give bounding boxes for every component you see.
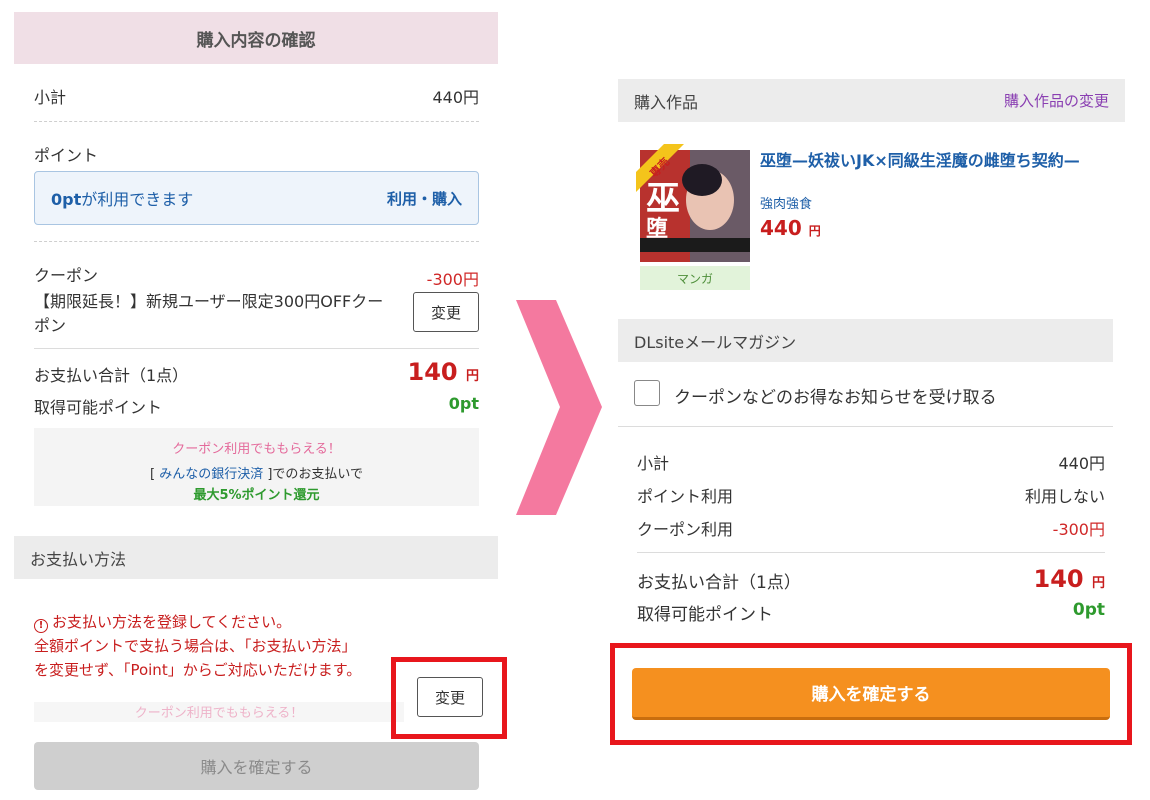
- subtotal-label: 小計: [34, 88, 67, 107]
- total-value: 140 円: [407, 358, 479, 386]
- point-available-text: 0ptが利用できます: [51, 190, 194, 209]
- warning-line-2: 全額ポイントで支払う場合は、「お支払い方法」: [34, 637, 357, 655]
- change-works-link[interactable]: 購入作品の変更: [1004, 90, 1109, 111]
- right-arrow-icon: [516, 300, 602, 515]
- point-available-box[interactable]: 0ptが利用できます 利用・購入: [34, 171, 479, 225]
- point-use-purchase-link[interactable]: 利用・購入: [387, 188, 462, 209]
- summary-total-value: 140 円: [1033, 565, 1105, 593]
- payment-warning: ! お支払い方法を登録してください。 全額ポイントで支払う場合は、「お支払い方法」…: [34, 610, 414, 682]
- divider: [34, 348, 479, 349]
- warning-circle-icon: !: [34, 619, 48, 633]
- bank-payment-link[interactable]: みんなの銀行決済: [159, 467, 263, 482]
- newsletter-section-title: DLsiteメールマガジン: [634, 332, 797, 352]
- promo-faded-banner: クーポン利用でももらえる！: [34, 702, 404, 722]
- summary-earn-label: 取得可能ポイント: [637, 605, 773, 625]
- promo-faded-text: クーポン利用でももらえる！: [134, 706, 304, 721]
- divider: [34, 241, 479, 242]
- summary-coupon-label: クーポン利用: [637, 520, 734, 539]
- earn-points-value: 0pt: [448, 394, 479, 413]
- coupon-description: 【期限延長！】新規ユーザー限定300円OFFクーポン: [34, 292, 384, 335]
- summary-subtotal-value: 440円: [1058, 454, 1105, 473]
- works-section-title: 購入作品: [634, 92, 699, 112]
- newsletter-section: DLsiteメールマガジン: [618, 319, 1113, 362]
- work-title-link[interactable]: 巫堕—妖祓いJK×同級生淫魔の雌堕ち契約—: [760, 148, 1100, 174]
- promo-line-1: クーポン利用でももらえる！: [172, 442, 341, 457]
- exclusive-ribbon: 専売: [636, 144, 684, 192]
- coupon-value: -300円: [426, 270, 479, 289]
- purchased-works-section: 購入作品 購入作品の変更: [618, 79, 1125, 122]
- summary-point-row: ポイント利用 利用しない: [637, 483, 1105, 507]
- confirm-purchase-button-disabled: 購入を確定する: [34, 742, 479, 790]
- payment-change-button[interactable]: 変更: [417, 677, 483, 717]
- total-label: お支払い合計（1点）: [34, 366, 189, 385]
- subtotal-value: 440円: [432, 88, 479, 107]
- summary-earn-value: 0pt: [1072, 600, 1105, 620]
- confirm-purchase-button[interactable]: 購入を確定する: [632, 668, 1110, 720]
- promo-line-2: [ みんなの銀行決済 ]でのお支払いで: [149, 467, 364, 482]
- point-label: ポイント: [34, 146, 99, 165]
- subtotal-row: 小計 440円: [34, 84, 479, 108]
- svg-text:堕: 堕: [646, 216, 668, 242]
- promo-line-3: 最大5%ポイント還元: [193, 488, 320, 503]
- summary-total-label: お支払い合計（1点）: [637, 573, 801, 593]
- earn-points-label: 取得可能ポイント: [34, 398, 163, 417]
- summary-subtotal-row: 小計 440円: [637, 450, 1105, 474]
- newsletter-label[interactable]: クーポンなどのお得なお知らせを受け取る: [674, 383, 997, 408]
- summary-point-value: 利用しない: [1024, 487, 1105, 506]
- summary-coupon-value: -300円: [1052, 520, 1105, 539]
- warning-line-3: を変更せず、「Point」からご対応いただけます。: [34, 661, 362, 679]
- summary-coupon-row: クーポン利用 -300円: [637, 516, 1105, 540]
- divider: [34, 121, 479, 122]
- page-title: 購入内容の確認: [14, 12, 498, 64]
- coupon-label: クーポン: [34, 266, 99, 285]
- left-confirm-screen: 購入内容の確認 小計 440円 ポイント 0ptが利用できます 利用・購入 クー…: [0, 0, 510, 800]
- summary-point-label: ポイント利用: [637, 487, 734, 506]
- divider: [618, 426, 1113, 427]
- circle-name-link[interactable]: 強肉強食: [760, 193, 812, 212]
- divider: [637, 552, 1105, 553]
- coupon-change-button[interactable]: 変更: [413, 292, 479, 332]
- payment-method-section: お支払い方法: [14, 536, 498, 579]
- summary-subtotal-label: 小計: [637, 454, 670, 473]
- warning-line-1: ! お支払い方法を登録してください。: [34, 610, 414, 634]
- newsletter-checkbox[interactable]: [634, 380, 660, 406]
- promo-banner[interactable]: クーポン利用でももらえる！ [ みんなの銀行決済 ]でのお支払いで 最大5%ポイ…: [34, 428, 479, 506]
- work-price: 440 円: [760, 216, 821, 240]
- category-tag: マンガ: [640, 266, 750, 290]
